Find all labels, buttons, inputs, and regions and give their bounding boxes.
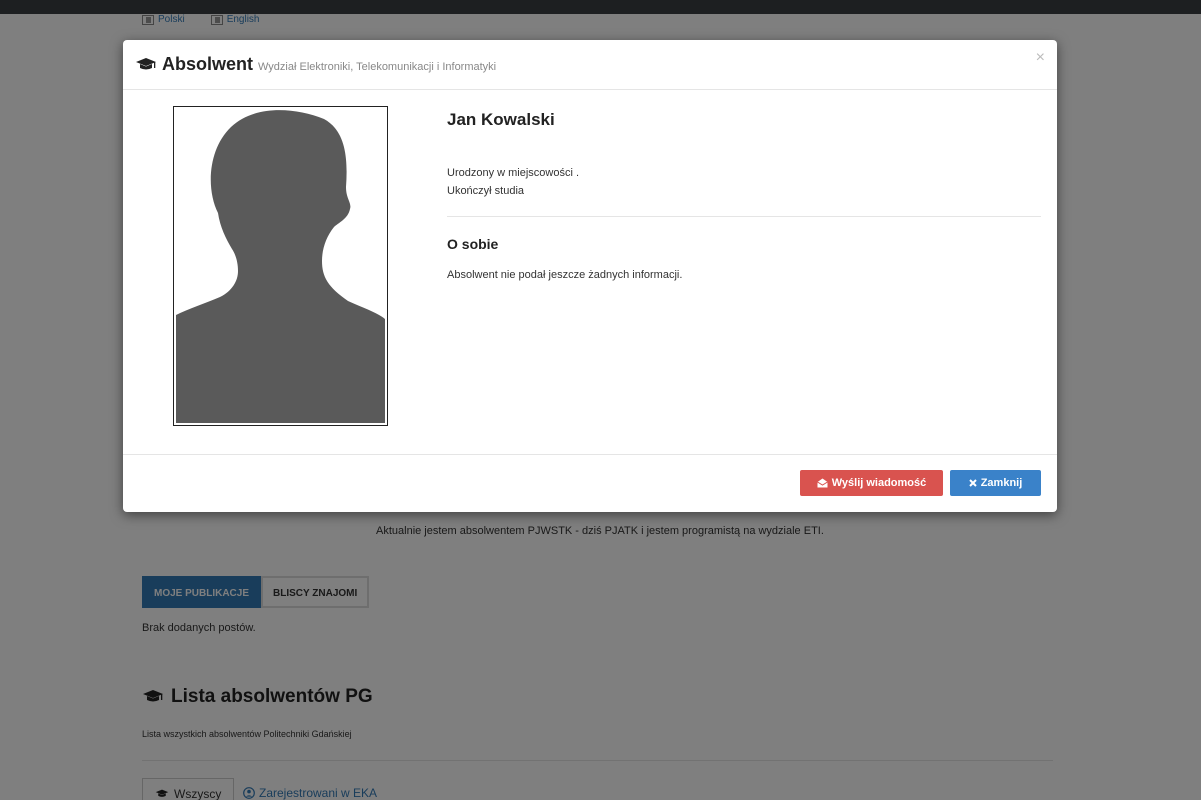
profile-photo [173,106,388,426]
about-text: Absolwent nie podał jeszcze żadnych info… [447,269,683,281]
avatar-silhouette [176,110,385,423]
close-icon[interactable]: × [1036,49,1045,67]
close-button[interactable]: Zamknij [950,470,1041,496]
modal-header: Absolwent Wydział Elektroniki, Telekomun… [123,40,1057,90]
modal-subtitle: Wydział Elektroniki, Telekomunikacji i I… [258,61,497,73]
about-heading: O sobie [447,236,499,252]
graduate-info: Jan Kowalski Urodzony w miejscowości . U… [447,106,1041,281]
modal-title: Absolwent Wydział Elektroniki, Telekomun… [135,54,496,75]
graduate-name: Jan Kowalski [447,110,555,129]
graduate-modal: Absolwent Wydział Elektroniki, Telekomun… [123,40,1057,512]
graduation-cap-icon [136,57,156,69]
modal-footer-divider [123,454,1057,455]
divider [447,216,1041,217]
send-message-button[interactable]: Wyślij wiadomość [800,470,943,496]
graduation-text: Ukończył studia [447,185,525,197]
times-icon [968,479,977,487]
envelope-icon [816,478,828,488]
birthplace-text: Urodzony w miejscowości . [447,167,580,179]
